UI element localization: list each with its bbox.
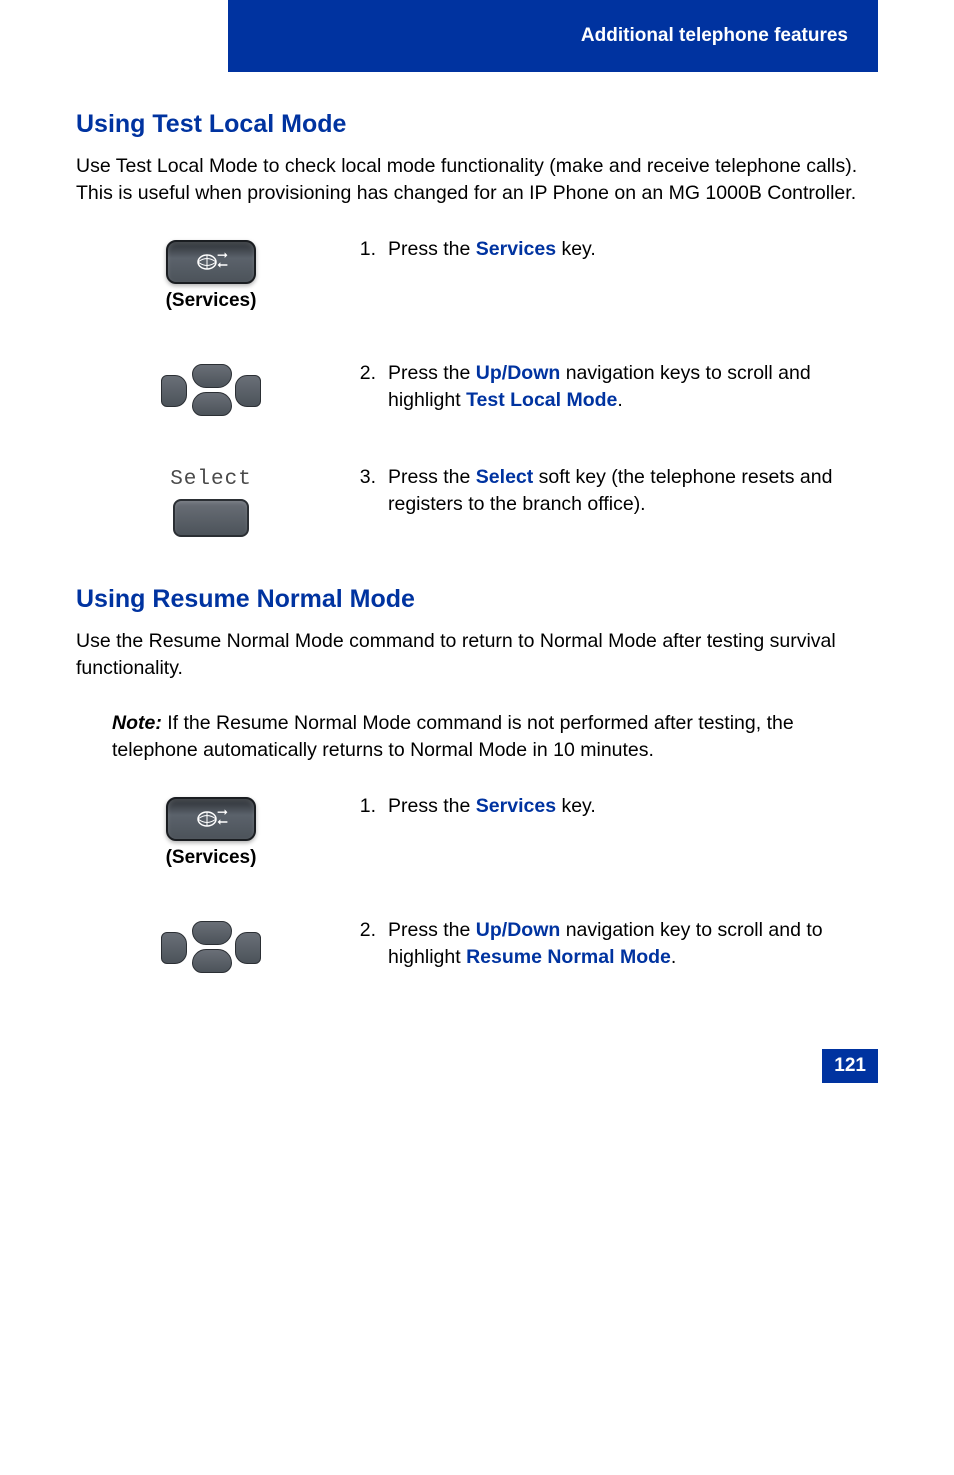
nav-keys-figure xyxy=(76,917,346,973)
nav-left-icon xyxy=(161,375,187,407)
step-number: 2. xyxy=(346,360,388,415)
section2-step1-text: 1. Press the Services key. xyxy=(346,793,878,820)
keyword-updown: Up/Down xyxy=(476,919,560,941)
page-footer: 121 xyxy=(0,1033,954,1113)
note-block: Note: If the Resume Normal Mode command … xyxy=(76,710,878,793)
nav-up-icon xyxy=(192,364,232,388)
select-softkey-figure: Select xyxy=(76,464,346,537)
header-banner: Additional telephone features xyxy=(228,0,878,72)
step-number: 1. xyxy=(346,236,388,263)
services-key-figure: (Services) xyxy=(76,793,346,869)
note-text: If the Resume Normal Mode command is not… xyxy=(112,712,794,761)
nav-right-icon xyxy=(235,375,261,407)
step-body: Press the Up/Down navigation key to scro… xyxy=(388,917,878,972)
section1-step3-text: 3. Press the Select soft key (the teleph… xyxy=(346,464,878,519)
page-number: 121 xyxy=(822,1049,878,1083)
section2-title: Using Resume Normal Mode xyxy=(76,585,878,614)
page-content: Using Test Local Mode Use Test Local Mod… xyxy=(0,110,954,973)
step-body: Press the Services key. xyxy=(388,793,878,820)
step-number: 2. xyxy=(346,917,388,972)
note-label: Note: xyxy=(112,712,162,734)
nav-right-icon xyxy=(235,932,261,964)
keyword-resume-normal-mode: Resume Normal Mode xyxy=(466,946,671,968)
section1-step1-row: (Services) 1. Press the Services key. xyxy=(76,236,878,312)
nav-left-icon xyxy=(161,932,187,964)
select-screen-label: Select xyxy=(170,468,252,491)
soft-key-icon xyxy=(173,499,249,537)
page-header: Additional telephone features xyxy=(0,0,954,80)
section2-intro: Use the Resume Normal Mode command to re… xyxy=(76,628,878,683)
services-key-icon xyxy=(166,240,256,284)
section2-step2-row: 2. Press the Up/Down navigation key to s… xyxy=(76,917,878,973)
section1-title: Using Test Local Mode xyxy=(76,110,878,139)
nav-keys-figure xyxy=(76,360,346,416)
step-body: Press the Select soft key (the telephone… xyxy=(388,464,878,519)
section1-step1-text: 1. Press the Services key. xyxy=(346,236,878,263)
nav-cluster-icon xyxy=(161,364,261,416)
step-number: 1. xyxy=(346,793,388,820)
nav-down-icon xyxy=(192,949,232,973)
keyword-services: Services xyxy=(476,238,556,260)
globe-arrows-icon xyxy=(191,808,231,830)
section2-step2-text: 2. Press the Up/Down navigation key to s… xyxy=(346,917,878,972)
nav-down-icon xyxy=(192,392,232,416)
section1-step2-row: 2. Press the Up/Down navigation keys to … xyxy=(76,360,878,416)
step-number: 3. xyxy=(346,464,388,519)
services-key-icon xyxy=(166,797,256,841)
keyword-select: Select xyxy=(476,466,533,488)
globe-arrows-icon xyxy=(191,251,231,273)
keyword-updown: Up/Down xyxy=(476,362,560,384)
section2-step1-row: (Services) 1. Press the Services key. xyxy=(76,793,878,869)
services-key-figure: (Services) xyxy=(76,236,346,312)
nav-up-icon xyxy=(192,921,232,945)
services-key-label: (Services) xyxy=(166,847,257,869)
section1-step2-text: 2. Press the Up/Down navigation keys to … xyxy=(346,360,878,415)
section1-step3-row: Select 3. Press the Select soft key (the… xyxy=(76,464,878,537)
section1-intro: Use Test Local Mode to check local mode … xyxy=(76,153,878,208)
step-body: Press the Up/Down navigation keys to scr… xyxy=(388,360,878,415)
services-key-label: (Services) xyxy=(166,290,257,312)
keyword-test-local-mode: Test Local Mode xyxy=(466,389,617,411)
keyword-services: Services xyxy=(476,795,556,817)
step-body: Press the Services key. xyxy=(388,236,878,263)
header-title: Additional telephone features xyxy=(581,25,848,47)
nav-cluster-icon xyxy=(161,921,261,973)
